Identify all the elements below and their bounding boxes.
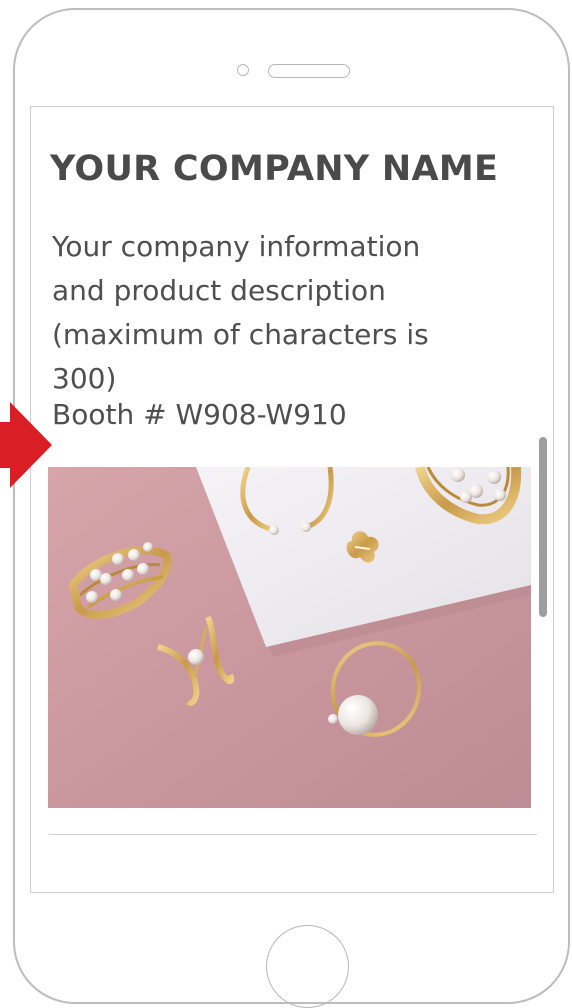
divider (49, 834, 537, 835)
camera-icon (237, 64, 249, 76)
company-description: Your company information and product des… (52, 230, 429, 395)
phone-screen[interactable]: YOUR COMPANY NAME Your company informati… (30, 106, 554, 893)
booth-number: Booth # W908-W910 (52, 398, 347, 431)
speaker-icon (268, 64, 350, 78)
scrollbar[interactable] (539, 437, 547, 617)
home-button[interactable] (266, 925, 349, 1008)
right-arrow-icon (0, 402, 52, 488)
company-name: YOUR COMPANY NAME (50, 149, 499, 189)
product-image (48, 467, 531, 808)
